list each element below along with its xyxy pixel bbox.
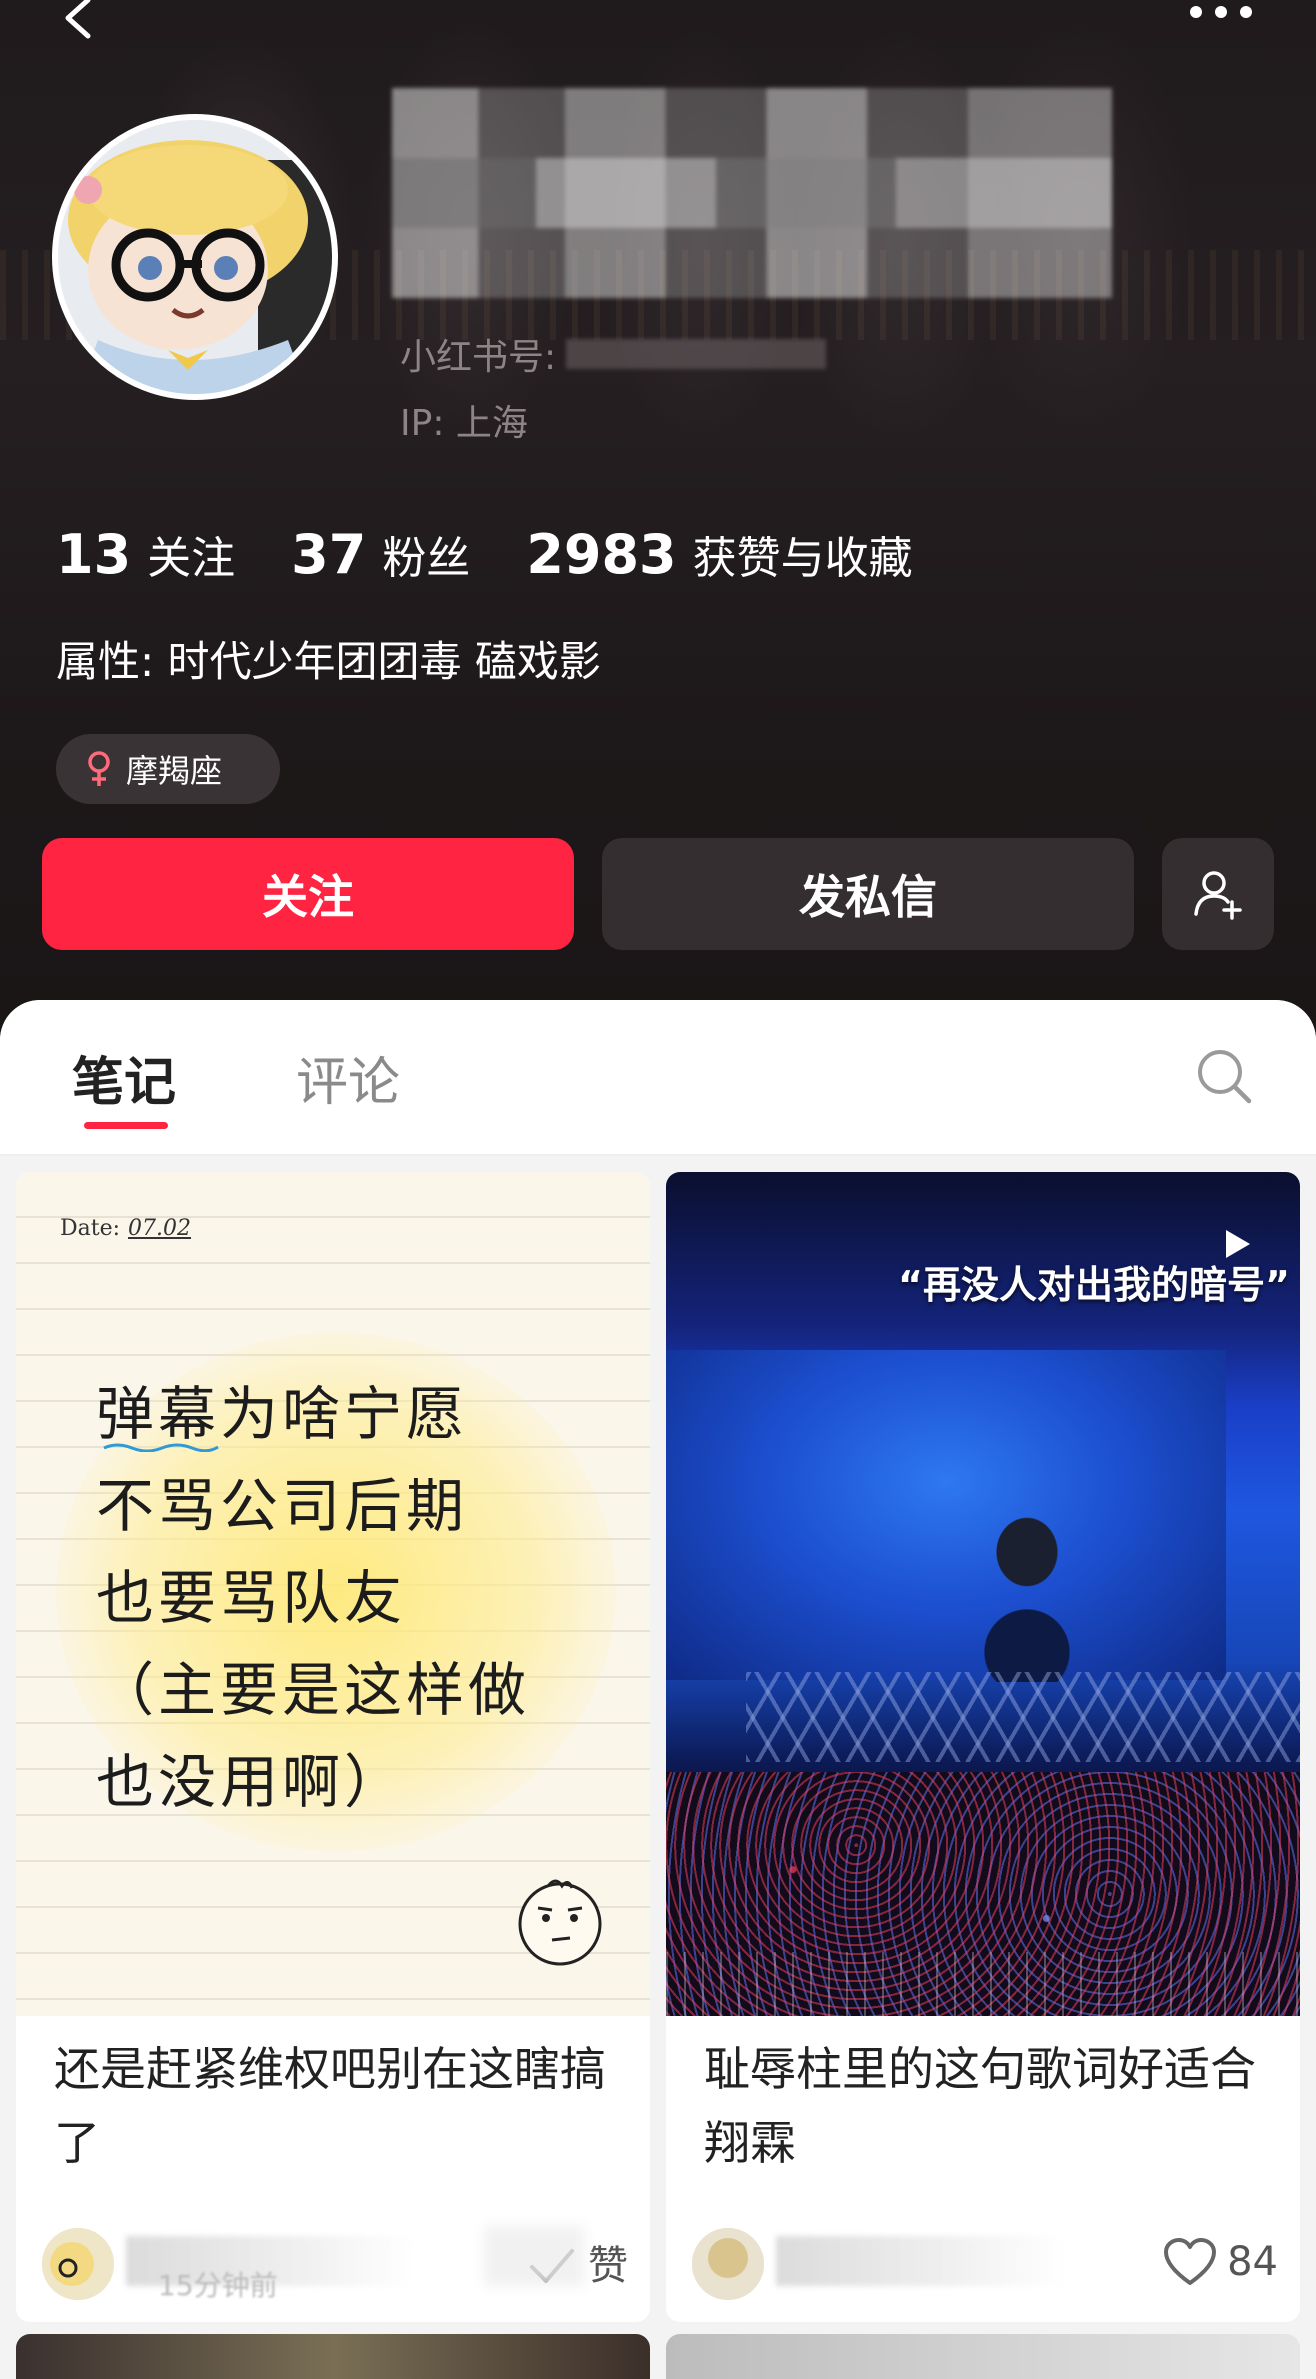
video-caption: “再没人对出我的暗号” — [898, 1263, 1290, 1307]
author-avatar[interactable] — [42, 2228, 114, 2300]
profile-header: 小红书号: IP: 上海 13 关注 37 粉丝 2983 获赞与收藏 属性: … — [0, 0, 1316, 1040]
avatar-image — [58, 120, 332, 394]
stat-following[interactable]: 13 关注 — [56, 522, 235, 586]
add-user-icon — [1194, 871, 1242, 920]
avatar[interactable] — [52, 114, 338, 400]
tab-bar: 笔记 评论 — [0, 1000, 1316, 1156]
like-button[interactable]: 84 — [1163, 2234, 1278, 2290]
xhs-id-label: 小红书号: — [400, 337, 557, 378]
author-avatar-image — [42, 2228, 114, 2300]
note-time: 15分钟前 — [158, 2269, 278, 2302]
note-card[interactable]: Date: 07.02 弹幕为啥宁愿 不骂公司后期 也要骂队友 （主要是这样做 也… — [16, 1172, 650, 2322]
username-pixelated — [392, 88, 1112, 298]
more-icon[interactable] — [1186, 2, 1256, 26]
tab-notes[interactable]: 笔记 — [72, 1040, 176, 1115]
content-panel: 笔记 评论 Date: 07.02 弹幕为啥宁愿 不骂公司后期 也要骂队友 （主要… — [0, 1000, 1316, 2379]
profile-bio-attribute: 属性: 时代少年团团毒 磕戏影 — [56, 637, 601, 686]
face-doodle-icon — [518, 1879, 602, 1966]
cover-date-value: 07.02 — [128, 1216, 192, 1241]
profile-stats: 13 关注 37 粉丝 2983 获赞与收藏 — [56, 522, 969, 592]
handwriting-line: 也要骂队友 — [96, 1564, 407, 1632]
ip-location: IP: 上海 — [400, 403, 528, 444]
author-avatar[interactable] — [692, 2228, 764, 2300]
stat-followers-label: 粉丝 — [382, 533, 471, 584]
follow-button[interactable]: 关注 — [42, 838, 574, 950]
tab-comments[interactable]: 评论 — [296, 1040, 400, 1115]
stat-following-count: 13 — [56, 523, 132, 586]
stage-screen — [666, 1350, 1226, 1680]
stat-following-label: 关注 — [147, 533, 236, 584]
crowd-fence — [666, 1952, 1300, 2016]
cover-date-label: Date: — [60, 1216, 121, 1241]
author-avatar-image — [692, 2228, 764, 2300]
female-icon — [88, 751, 110, 786]
handwriting-line: （主要是这样做 — [96, 1656, 531, 1724]
stat-likes-label: 获赞与收藏 — [692, 533, 913, 584]
xhs-id-row: 小红书号: — [400, 332, 827, 378]
stage-performer — [972, 1502, 1082, 1682]
back-icon[interactable] — [60, 0, 100, 40]
video-cover-image[interactable]: “再没人对出我的暗号” — [666, 1172, 1300, 2016]
message-button[interactable]: 发私信 — [602, 838, 1134, 950]
like-label: 赞 — [588, 2243, 628, 2289]
note-footer: 84 — [692, 2220, 1282, 2300]
note-title[interactable]: 还是赶紧维权吧别在这瞎搞了 — [54, 2032, 626, 2180]
like-button[interactable]: 赞 — [484, 2226, 628, 2290]
note-footer: 15分钟前 赞 — [42, 2220, 632, 2302]
active-tab-indicator — [84, 1122, 168, 1129]
xhs-id-mask — [566, 339, 827, 369]
note-card-next[interactable] — [16, 2334, 650, 2379]
zodiac-tag: 摩羯座 — [56, 734, 280, 804]
author-name-blurred — [776, 2236, 1066, 2286]
note-card-next[interactable] — [666, 2334, 1300, 2379]
note-cover-image[interactable]: Date: 07.02 弹幕为啥宁愿 不骂公司后期 也要骂队友 （主要是这样做 也… — [16, 1172, 650, 2016]
stat-likes-collects[interactable]: 2983 获赞与收藏 — [526, 522, 912, 586]
add-friend-button[interactable] — [1162, 838, 1274, 950]
like-count: 84 — [1227, 2239, 1278, 2285]
handwriting-line: 也没用啊） — [96, 1748, 407, 1816]
stat-likes-count: 2983 — [526, 523, 677, 586]
note-title[interactable]: 耻辱柱里的这句歌词好适合翔霖 — [704, 2032, 1276, 2180]
search-icon[interactable] — [1194, 1046, 1254, 1106]
like-icon-blurred — [484, 2226, 584, 2286]
heart-icon — [1164, 2238, 1217, 2285]
stage-truss — [746, 1672, 1300, 1762]
cover-handwriting: 弹幕为啥宁愿 不骂公司后期 也要骂队友 （主要是这样做 也没用啊） — [96, 1368, 616, 1828]
handwriting-line: 不骂公司后期 — [96, 1472, 469, 1540]
zodiac-label: 摩羯座 — [126, 752, 223, 790]
stat-followers[interactable]: 37 粉丝 — [291, 522, 470, 586]
stat-followers-count: 37 — [291, 523, 367, 586]
wavy-underline — [103, 1443, 219, 1452]
cover-date: Date: 07.02 — [60, 1216, 191, 1241]
note-card[interactable]: “再没人对出我的暗号” 耻辱柱里的这句歌词好适合翔霖 84 — [666, 1172, 1300, 2322]
